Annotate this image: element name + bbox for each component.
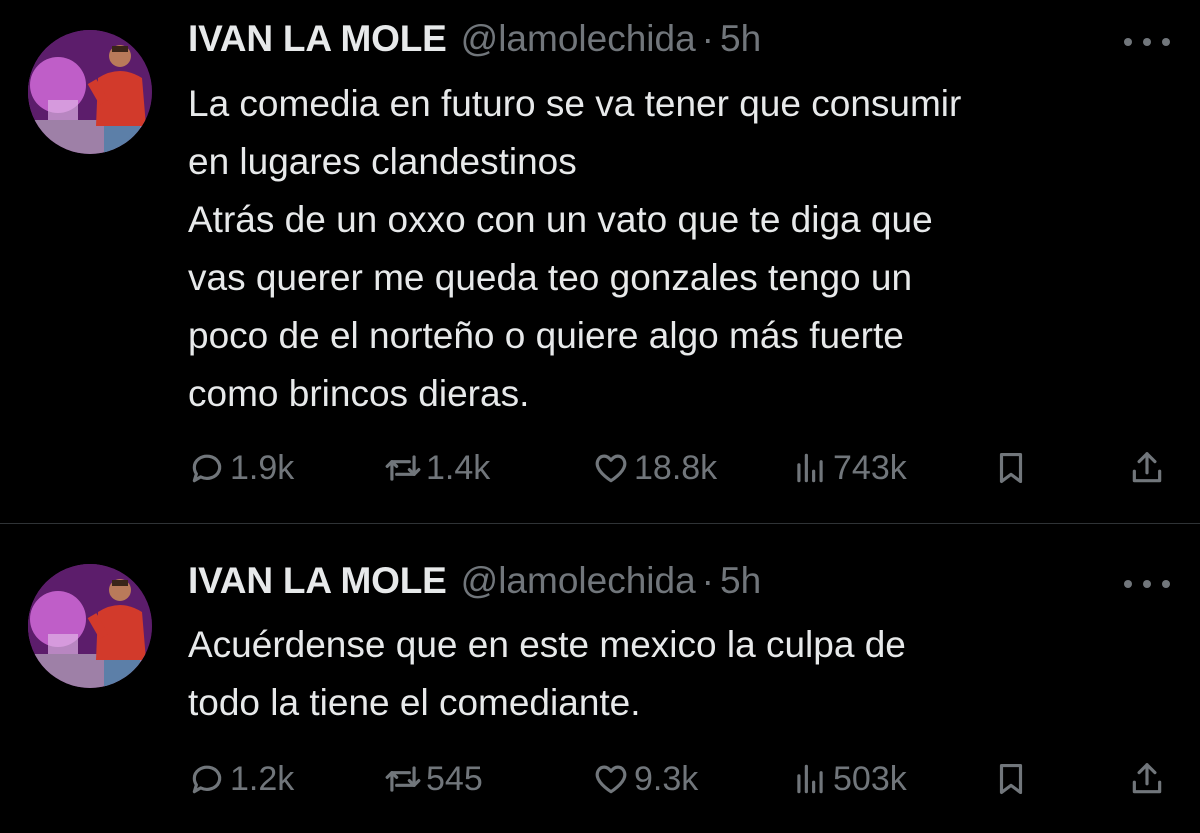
share-button[interactable] — [1128, 446, 1166, 490]
views-icon — [797, 453, 823, 483]
retweet-icon — [385, 766, 421, 792]
tweet-text: Acuérdense que en este mexico la culpa d… — [188, 624, 906, 723]
tweet[interactable]: IVAN LA MOLE @lamolechida · 5h La comedi… — [0, 0, 1200, 523]
reply-icon — [192, 765, 222, 794]
action-bar: 1.2k 545 9.3k 503k — [188, 757, 1174, 801]
bookmark-icon — [999, 763, 1023, 795]
like-count: 18.8k — [634, 448, 718, 487]
share-icon — [1132, 763, 1162, 794]
heart-icon — [595, 454, 627, 483]
timestamp[interactable]: 5h — [720, 560, 761, 602]
bookmark-icon — [999, 452, 1023, 484]
author-handle[interactable]: @lamolechida — [461, 560, 696, 602]
reply-count: 1.2k — [230, 759, 295, 798]
retweet-count: 1.4k — [426, 448, 491, 487]
views-button[interactable]: 743k — [791, 446, 907, 490]
reply-count: 1.9k — [230, 448, 295, 487]
tweet-header: IVAN LA MOLE @lamolechida · 5h — [188, 18, 761, 64]
retweet-button[interactable]: 1.4k — [384, 446, 490, 490]
tweet[interactable]: IVAN LA MOLE @lamolechida · 5h Acuérdens… — [0, 524, 1200, 833]
author-name[interactable]: IVAN LA MOLE — [188, 560, 447, 602]
author-name[interactable]: IVAN LA MOLE — [188, 18, 447, 60]
bookmark-button[interactable] — [992, 446, 1030, 490]
timestamp[interactable]: 5h — [720, 18, 761, 60]
like-button[interactable]: 18.8k — [592, 446, 717, 490]
action-bar: 1.9k 1.4k 18.8k 743k — [188, 446, 1174, 490]
views-icon — [797, 764, 823, 794]
tweet-header: IVAN LA MOLE @lamolechida · 5h — [188, 560, 761, 606]
reply-icon — [192, 454, 222, 483]
more-icon[interactable] — [1124, 32, 1170, 52]
heart-icon — [595, 765, 627, 794]
views-button[interactable]: 503k — [791, 757, 907, 801]
author-handle[interactable]: @lamolechida — [461, 18, 696, 60]
avatar-image — [28, 564, 152, 688]
separator-dot: · — [701, 18, 714, 59]
share-icon — [1132, 452, 1162, 483]
bookmark-button[interactable] — [992, 757, 1030, 801]
retweet-button[interactable]: 545 — [384, 757, 483, 801]
avatar[interactable] — [28, 564, 152, 688]
tweet-text: La comedia en futuro se va tener que con… — [188, 83, 962, 414]
retweet-icon — [385, 455, 421, 481]
avatar-image — [28, 30, 152, 154]
avatar[interactable] — [28, 30, 152, 154]
like-button[interactable]: 9.3k — [592, 757, 698, 801]
retweet-count: 545 — [426, 759, 483, 798]
more-icon[interactable] — [1124, 574, 1170, 594]
views-count: 503k — [833, 759, 907, 798]
like-count: 9.3k — [634, 759, 699, 798]
separator-dot: · — [701, 560, 714, 601]
reply-button[interactable]: 1.2k — [188, 757, 294, 801]
share-button[interactable] — [1128, 757, 1166, 801]
views-count: 743k — [833, 448, 907, 487]
reply-button[interactable]: 1.9k — [188, 446, 294, 490]
